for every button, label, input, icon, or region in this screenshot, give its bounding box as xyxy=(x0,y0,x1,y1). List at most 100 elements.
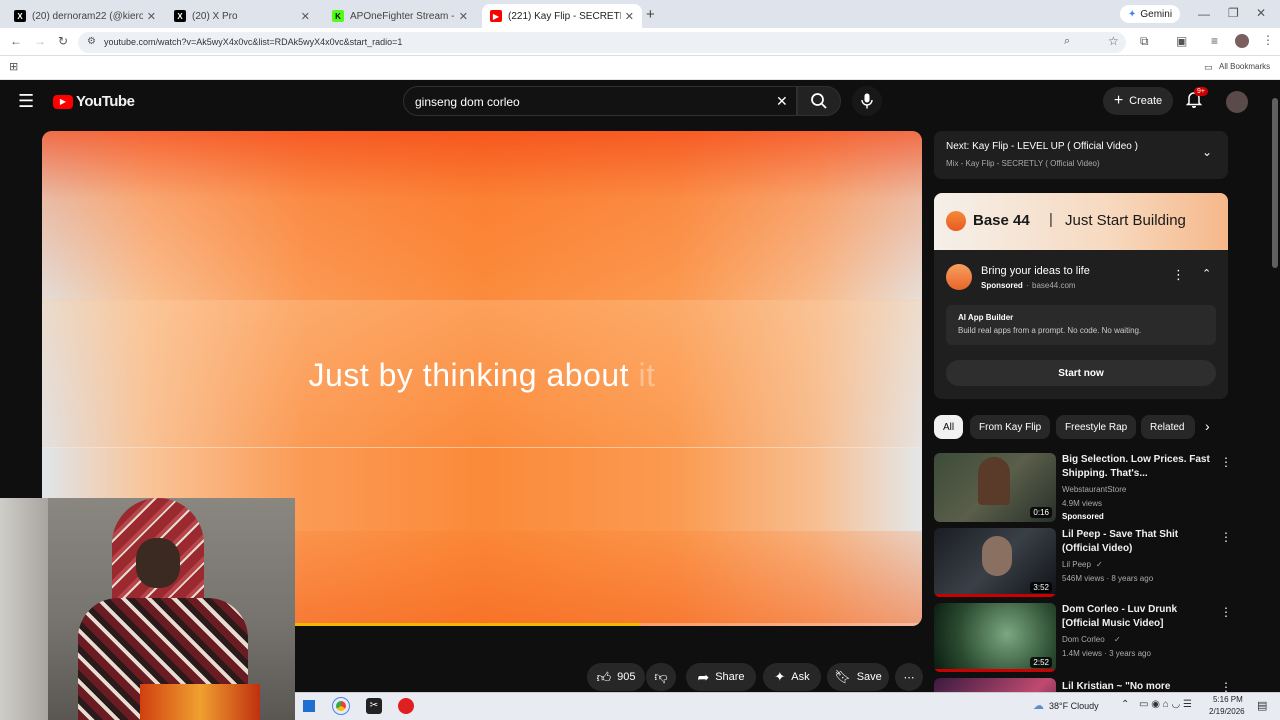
channel-name[interactable]: Dom Corleo xyxy=(1062,635,1105,644)
more-options-icon[interactable]: ⋮ xyxy=(1220,680,1232,692)
capcut-taskbar-icon[interactable]: ✂ xyxy=(366,698,382,714)
site-info-icon[interactable]: ⚙ xyxy=(87,36,96,47)
caption-fading-word: it xyxy=(638,357,656,393)
ad-info-card[interactable]: AI App Builder Build real apps from a pr… xyxy=(946,305,1216,345)
close-tab-icon[interactable]: ✕ xyxy=(301,10,310,23)
downloads-icon[interactable]: ≡ xyxy=(1211,34,1218,48)
dislike-button[interactable]: 👎︎ xyxy=(646,663,676,691)
video-thumbnail[interactable]: 2:52 xyxy=(934,603,1056,672)
ad-banner[interactable]: Base 44 | Just Start Building xyxy=(934,193,1228,250)
video-thumbnail[interactable]: 0:16 xyxy=(934,453,1056,522)
close-tab-icon[interactable]: ✕ xyxy=(625,10,634,23)
search-button[interactable] xyxy=(797,86,841,116)
clock-time[interactable]: 5:16 PM xyxy=(1213,695,1243,704)
up-next-panel[interactable]: Next: Kay Flip - LEVEL UP ( Official Vid… xyxy=(934,131,1228,179)
save-label: Save xyxy=(856,671,882,683)
bookmark-star-icon[interactable]: ☆ xyxy=(1108,34,1119,48)
more-actions-button[interactable]: ⋯ xyxy=(895,663,923,691)
microphone-icon xyxy=(861,93,873,109)
restore-icon[interactable]: ❐ xyxy=(1228,6,1239,20)
close-tab-icon[interactable]: ✕ xyxy=(459,10,468,23)
ad-domain: base44.com xyxy=(1032,281,1076,290)
video-thumbnail[interactable] xyxy=(934,678,1056,692)
profile-avatar[interactable] xyxy=(1235,34,1249,48)
like-button[interactable]: 👍︎ 905 xyxy=(587,663,645,691)
page-scrollbar-thumb[interactable] xyxy=(1272,98,1278,268)
youtube-logo[interactable]: ▶ YouTube xyxy=(53,93,135,110)
sidebar-icon[interactable]: ▣ xyxy=(1176,34,1187,48)
chip-all[interactable]: All xyxy=(934,415,964,439)
channel-name[interactable]: WebstaurantStore xyxy=(1062,485,1126,494)
list-item[interactable]: 2:52 Dom Corleo - Luv Drunk [Official Mu… xyxy=(934,603,1234,675)
video-thumbnail[interactable]: 3:52 xyxy=(934,528,1056,597)
video-title[interactable]: Dom Corleo - Luv Drunk [Official Music V… xyxy=(1062,603,1212,631)
browser-tab-x-pro[interactable]: X (20) X Pro ✕ xyxy=(166,4,318,28)
advertiser-avatar[interactable] xyxy=(946,264,972,290)
video-title[interactable]: Lil Kristian ~ "No more excuses" xyxy=(1062,680,1212,692)
weather-text[interactable]: 38°F Cloudy xyxy=(1049,701,1099,711)
more-options-icon[interactable]: ⋮ xyxy=(1220,605,1232,619)
extensions-icon[interactable]: ⧉ xyxy=(1140,34,1149,49)
search-input[interactable]: ginseng dom corleo ✕ xyxy=(403,86,797,116)
chevron-up-icon[interactable]: ⌃ xyxy=(1202,267,1211,280)
start-now-button[interactable]: Start now xyxy=(946,360,1216,386)
chrome-taskbar-icon[interactable] xyxy=(332,697,350,715)
clear-search-icon[interactable]: ✕ xyxy=(776,93,788,110)
close-window-icon[interactable]: ✕ xyxy=(1256,6,1266,20)
browser-tab-kick-stream[interactable]: K APOneFighter Stream - Wat ✕ xyxy=(324,4,476,28)
video-title[interactable]: Lil Peep - Save That Shit (Official Vide… xyxy=(1062,528,1212,556)
browser-tab-youtube[interactable]: ▶ (221) Kay Flip - SECRETLY ✕ xyxy=(482,4,642,28)
url-text: youtube.com/watch?v=Ak5wyX4x0vc&list=RDA… xyxy=(104,37,403,47)
list-item[interactable]: 3:52 Lil Peep - Save That Shit (Official… xyxy=(934,528,1234,600)
close-tab-icon[interactable]: ✕ xyxy=(147,10,156,23)
apps-grid-icon[interactable]: ⊞ xyxy=(9,60,18,73)
record-taskbar-icon[interactable] xyxy=(398,698,414,714)
list-item[interactable]: 0:16 Big Selection. Low Prices. Fast Shi… xyxy=(934,453,1234,525)
ad-headline[interactable]: Bring your ideas to life xyxy=(981,265,1090,277)
all-bookmarks-link[interactable]: All Bookmarks xyxy=(1219,62,1270,71)
list-item[interactable]: Lil Kristian ~ "No more excuses" ⋮ xyxy=(934,678,1234,692)
browser-tab-strip: X (20) dernoram22 (@kierorpjorde ✕ X (20… xyxy=(0,0,1280,28)
ad-card-title: AI App Builder xyxy=(958,313,1014,322)
chevron-down-icon[interactable]: ⌄ xyxy=(1202,145,1212,159)
new-tab-icon[interactable]: + xyxy=(646,6,655,23)
notification-center-icon[interactable]: ▤ xyxy=(1257,699,1267,712)
clock-date[interactable]: 2/19/2026 xyxy=(1209,707,1245,716)
notifications-button[interactable]: 9+ xyxy=(1185,87,1208,113)
base44-logo-icon xyxy=(946,211,966,231)
voice-search-button[interactable] xyxy=(852,86,882,116)
account-avatar[interactable] xyxy=(1226,91,1248,113)
youtube-logo-text: YouTube xyxy=(76,93,135,110)
thumbs-up-icon: 👍︎ xyxy=(596,668,612,685)
kick-icon: K xyxy=(332,10,344,22)
back-icon[interactable]: ← xyxy=(10,34,22,48)
reload-icon[interactable]: ↻ xyxy=(58,34,68,48)
hamburger-menu-icon[interactable]: ☰ xyxy=(18,91,34,112)
video-meta: 1.4M views · 3 years ago xyxy=(1062,649,1151,658)
more-options-icon[interactable]: ⋮ xyxy=(1220,455,1232,469)
video-title[interactable]: Big Selection. Low Prices. Fast Shipping… xyxy=(1062,453,1212,481)
create-button[interactable]: + Create xyxy=(1103,87,1173,115)
forward-icon[interactable]: → xyxy=(34,34,46,48)
browser-tab-x-profile[interactable]: X (20) dernoram22 (@kierorpjorde ✕ xyxy=(6,4,164,28)
gemini-button[interactable]: ✦ Gemini xyxy=(1120,5,1181,23)
ad-menu-icon[interactable]: ⋮ xyxy=(1172,267,1185,283)
chip-freestyle-rap[interactable]: Freestyle Rap xyxy=(1056,415,1137,439)
channel-name[interactable]: Lil Peep xyxy=(1062,560,1091,569)
taskbar-app-icon[interactable] xyxy=(303,700,315,712)
video-meta: 4.9M views xyxy=(1062,499,1103,508)
zoom-icon[interactable]: ⌕ xyxy=(1064,35,1070,48)
chip-from-kay-flip[interactable]: From Kay Flip xyxy=(970,415,1051,439)
ask-button[interactable]: ✦ Ask xyxy=(763,663,821,691)
chrome-menu-icon[interactable]: ⋮ xyxy=(1262,33,1274,47)
more-options-icon[interactable]: ⋮ xyxy=(1220,530,1232,544)
minimize-icon[interactable]: — xyxy=(1198,7,1210,21)
verified-icon: ✓ xyxy=(1096,560,1103,569)
chip-related[interactable]: Related xyxy=(1141,415,1195,439)
address-bar[interactable]: ⚙ youtube.com/watch?v=Ak5wyX4x0vc&list=R… xyxy=(78,32,1126,53)
save-button[interactable]: 🔖︎ Save xyxy=(827,663,889,691)
share-button[interactable]: ➦ Share xyxy=(686,663,756,691)
chevron-right-icon[interactable]: › xyxy=(1205,418,1210,434)
tray-icons[interactable]: ▭ ◉ ⌂ ◡ ☰ xyxy=(1139,699,1192,710)
tray-chevron-icon[interactable]: ⌃ xyxy=(1121,699,1129,710)
